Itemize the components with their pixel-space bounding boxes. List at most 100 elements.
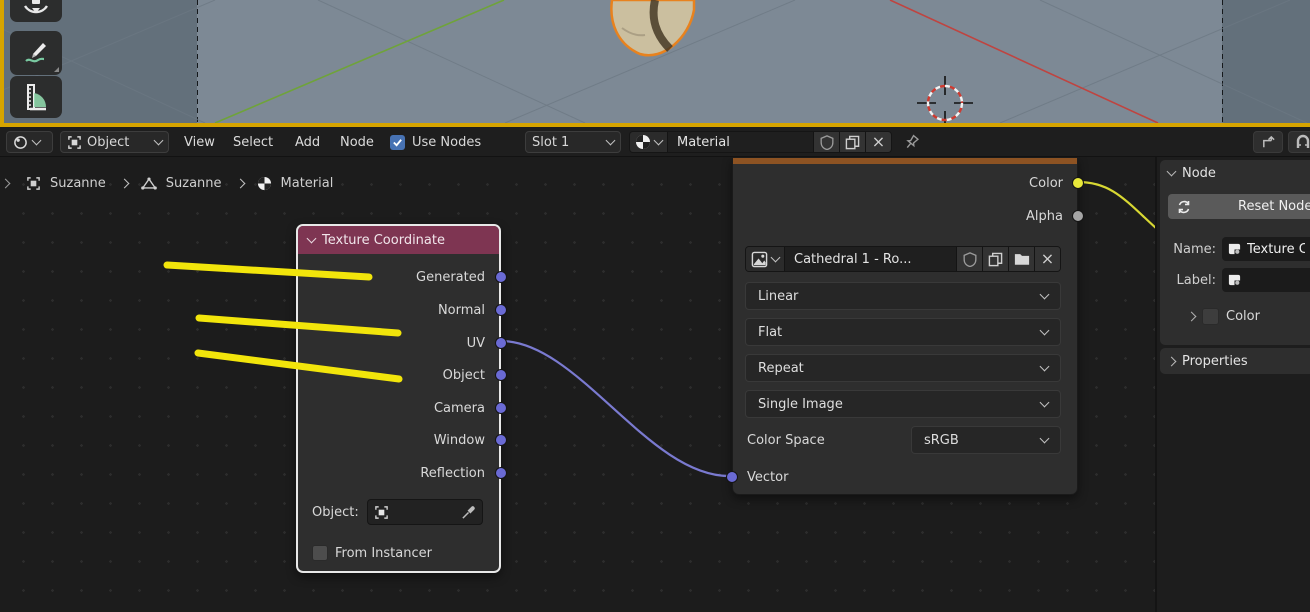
shader-editor-icon — [13, 135, 28, 150]
material-fake-user-button[interactable] — [813, 132, 839, 152]
output-camera: Camera — [434, 398, 485, 418]
blender-window: Object View Select Add Node Use Nodes Sl… — [0, 0, 1310, 612]
menu-select[interactable]: Select — [229, 131, 277, 153]
material-name-field[interactable]: Material — [667, 132, 813, 152]
eyedropper-icon[interactable] — [461, 505, 476, 520]
link-uv-to-vector — [501, 341, 729, 476]
mesh-data-icon — [141, 176, 157, 191]
material-browse-button[interactable] — [630, 132, 667, 152]
snap-target-button[interactable] — [1253, 131, 1283, 153]
image-datablock: Cathedral 1 - Ro... — [745, 246, 1061, 272]
chevron-down-icon — [32, 135, 42, 145]
pin-button[interactable] — [903, 131, 920, 153]
checkbox-checked-icon — [390, 135, 405, 150]
shader-editor-header: Object View Select Add Node Use Nodes Sl… — [0, 127, 1310, 157]
duplicate-icon — [988, 252, 1003, 267]
node-header[interactable]: Texture Coordinate — [298, 226, 499, 254]
socket-normal[interactable] — [495, 304, 507, 316]
name-value: Texture Coordinate — [1247, 242, 1305, 257]
socket-object-out[interactable] — [495, 369, 507, 381]
node-texture-coordinate[interactable]: Texture Coordinate Generated Normal UV O… — [296, 224, 501, 573]
socket-uv[interactable] — [495, 337, 507, 349]
chevron-down-icon — [771, 252, 781, 262]
label-row: Label: — [1164, 268, 1310, 292]
image-unlink-button[interactable]: × — [1034, 247, 1060, 271]
refresh-icon — [1176, 199, 1192, 215]
annotate-tool-button[interactable] — [10, 31, 62, 75]
node-image-texture[interactable]: Color Alpha Cathedral 1 - Ro... — [732, 157, 1078, 495]
object-icon — [26, 176, 41, 191]
area-border-vertical[interactable] — [0, 0, 4, 127]
node-icon — [1227, 273, 1242, 287]
breadcrumb-material[interactable]: Material — [281, 176, 334, 191]
slot-label: Slot 1 — [532, 135, 602, 150]
editor-type-dropdown[interactable] — [6, 131, 53, 153]
socket-alpha[interactable] — [1072, 210, 1084, 222]
menu-node[interactable]: Node — [336, 131, 378, 153]
image-new-button[interactable] — [982, 247, 1008, 271]
node-icon — [1227, 242, 1242, 256]
chevron-right-icon — [1187, 312, 1197, 322]
output-window: Window — [434, 430, 485, 450]
pin-icon — [903, 134, 920, 151]
viewport-3d[interactable] — [0, 0, 1310, 123]
measure-ruler-icon — [20, 81, 52, 113]
socket-reflection[interactable] — [495, 467, 507, 479]
reset-node-button[interactable]: Reset Node — [1168, 194, 1310, 219]
node-panel-header[interactable]: Node — [1160, 160, 1310, 186]
breadcrumb-object[interactable]: Suzanne — [50, 176, 106, 191]
extension-dropdown[interactable]: Repeat — [745, 354, 1061, 382]
object-picker-row: Object: — [312, 501, 483, 523]
magnet-icon — [1295, 134, 1310, 150]
breadcrumb-mesh[interactable]: Suzanne — [166, 176, 222, 191]
properties-panel-title: Properties — [1182, 354, 1248, 369]
orbit-icon — [21, 0, 51, 15]
node-editor-canvas[interactable]: Suzanne Suzanne Material Textur — [0, 157, 1155, 612]
node-header-strip[interactable] — [733, 158, 1077, 164]
object-icon — [374, 505, 389, 520]
interpolation-dropdown[interactable]: Linear — [745, 282, 1061, 310]
slot-dropdown[interactable]: Slot 1 — [525, 131, 621, 153]
object-picker-field[interactable] — [367, 499, 483, 525]
color-space-dropdown[interactable]: sRGB — [911, 426, 1061, 454]
image-fake-user-button[interactable] — [956, 247, 982, 271]
tool-more-indicator — [54, 67, 59, 72]
socket-window[interactable] — [495, 434, 507, 446]
mode-dropdown[interactable]: Object — [60, 131, 169, 153]
projection-dropdown[interactable]: Flat — [745, 318, 1061, 346]
link-color-out — [1078, 182, 1155, 229]
chevron-right-icon — [235, 178, 245, 188]
color-swatch[interactable] — [1202, 308, 1219, 325]
orbit-tool-button[interactable] — [10, 0, 62, 22]
name-input[interactable]: Texture Coordinate — [1222, 237, 1310, 261]
snap-toggle-button[interactable] — [1288, 131, 1310, 153]
properties-panel[interactable]: Properties — [1160, 348, 1310, 374]
shield-icon — [820, 135, 834, 150]
chevron-right-icon — [1167, 356, 1177, 366]
breadcrumb-expand-icon[interactable] — [1, 178, 11, 188]
chevron-down-icon — [154, 135, 164, 145]
socket-color[interactable] — [1072, 177, 1084, 189]
image-browse-button[interactable] — [746, 247, 784, 271]
socket-generated[interactable] — [495, 271, 507, 283]
material-new-button[interactable] — [839, 132, 865, 152]
color-row[interactable]: Color — [1188, 308, 1310, 325]
menu-view[interactable]: View — [180, 131, 219, 153]
label-label: Label: — [1164, 273, 1216, 288]
source-dropdown[interactable]: Single Image — [745, 390, 1061, 418]
output-reflection: Reflection — [420, 463, 485, 483]
menu-add[interactable]: Add — [291, 131, 324, 153]
collapse-icon[interactable] — [307, 233, 317, 243]
label-input[interactable] — [1222, 268, 1310, 292]
camera-view-region — [197, 0, 1222, 123]
socket-vector[interactable] — [726, 471, 738, 483]
color-label: Color — [1226, 309, 1260, 324]
image-name-field[interactable]: Cathedral 1 - Ro... — [784, 247, 956, 271]
material-unlink-button[interactable]: × — [865, 132, 891, 152]
use-nodes-checkbox[interactable]: Use Nodes — [390, 131, 481, 153]
socket-camera[interactable] — [495, 402, 507, 414]
image-open-button[interactable] — [1008, 247, 1034, 271]
name-label: Name: — [1164, 242, 1216, 257]
from-instancer-row[interactable]: From Instancer — [312, 542, 432, 564]
measure-tool-button[interactable] — [10, 76, 62, 118]
